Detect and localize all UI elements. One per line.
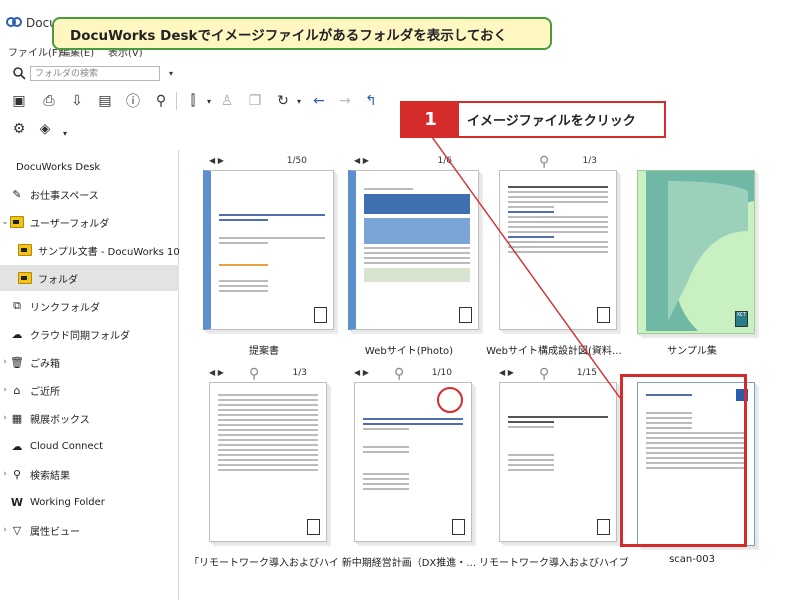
step-instruction: イメージファイルをクリック	[467, 114, 636, 129]
instruction-title-callout: DocuWorks Deskでイメージファイルがあるフォルダを表示しておく	[52, 17, 552, 50]
step-number: 1	[402, 103, 459, 136]
callout-leader-line	[431, 136, 621, 399]
step-callout: 1 イメージファイルをクリック	[400, 101, 666, 138]
